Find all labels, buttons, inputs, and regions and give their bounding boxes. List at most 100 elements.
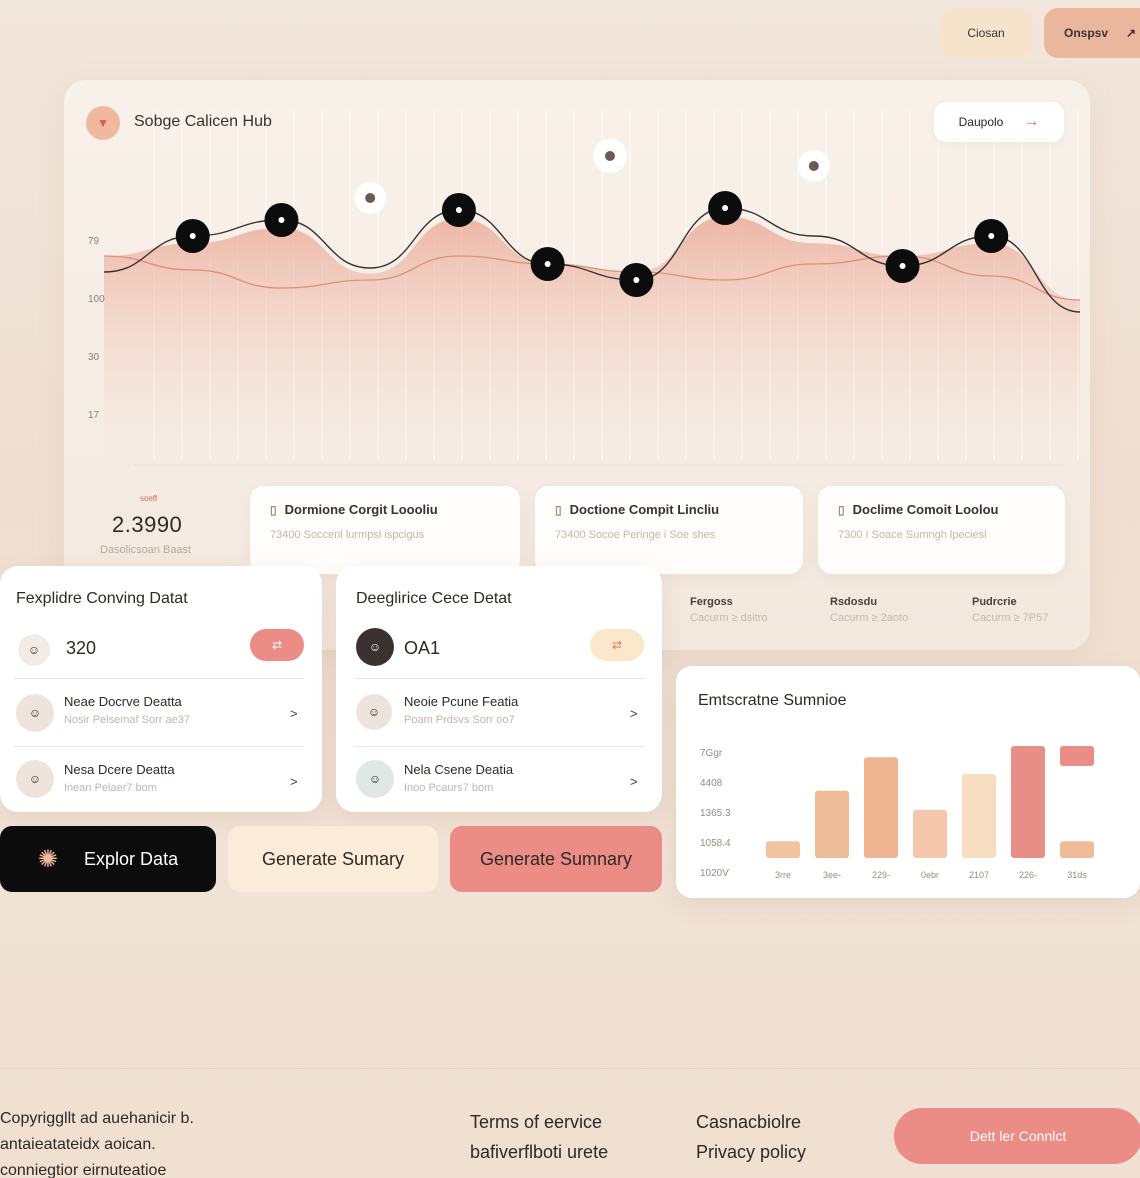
doc-card[interactable]: ▯ Doctione Compit Lincliu 73400 Socoe Per… bbox=[535, 486, 803, 574]
hub-line-chart bbox=[103, 110, 1081, 466]
avatar: ☺ bbox=[356, 760, 394, 798]
generate-summary-button[interactable]: Generate Sumary bbox=[228, 826, 438, 892]
stat-sub: Cacurm ≥ 2aoto bbox=[830, 612, 909, 624]
bar bbox=[1060, 841, 1094, 858]
avatar-dot bbox=[365, 193, 376, 203]
hub-export-label: Daupolo bbox=[958, 115, 1004, 129]
contact-cta-button[interactable]: Dett ler Connlct bbox=[894, 1108, 1140, 1164]
stat-sub: Cacurm ≥ 7P57 bbox=[972, 612, 1049, 624]
divider bbox=[354, 746, 644, 747]
avatar-dot bbox=[808, 161, 819, 171]
card-title: Fexplidre Conving Datat bbox=[16, 590, 188, 607]
stat-sub: Cacurm ≥ dsitro bbox=[690, 612, 768, 624]
bar bbox=[962, 774, 996, 858]
explore-data-button[interactable]: ✺ Explor Data bbox=[0, 826, 216, 892]
row-title[interactable]: Nela Csene Deatia bbox=[404, 762, 513, 777]
kpi-subtitle: Dasolicsoan Baast bbox=[100, 544, 192, 556]
marker-dot bbox=[455, 207, 462, 213]
bar bbox=[766, 841, 800, 858]
generate-summary-primary-label: Generate Sumnary bbox=[479, 848, 633, 869]
stat-item: Pudrcrie Cacurm ≥ 7P57 bbox=[972, 596, 1048, 624]
row-subtitle: Inean Pelaer7 bom bbox=[64, 782, 157, 794]
generate-summary-primary-button[interactable]: Generate Sumnary bbox=[450, 826, 662, 892]
terms-link[interactable]: Terms of eervice bbox=[470, 1112, 602, 1133]
y-label: 17 bbox=[88, 410, 100, 421]
doc-card-subtitle: 73400 Socoe Peringe i Soe shes bbox=[555, 529, 716, 541]
marker-dot bbox=[189, 233, 196, 239]
doc-card-title: Dormione Corgit Loooliu bbox=[284, 502, 438, 517]
peak-avatar-dot bbox=[605, 151, 615, 161]
row-title[interactable]: Nesa Dcere Deatta bbox=[64, 762, 175, 777]
divider bbox=[354, 678, 644, 679]
avatar: ☺ bbox=[356, 694, 392, 730]
chevron-right-icon[interactable]: > bbox=[630, 706, 638, 721]
copyright-line: conniegtior eirnuteatioe bbox=[0, 1162, 167, 1178]
chevron-right-icon[interactable]: > bbox=[290, 774, 298, 789]
swap-badge-button[interactable]: ⇄ bbox=[250, 629, 304, 661]
document-icon: ▯ bbox=[555, 502, 562, 517]
row-subtitle: Inoo Pcaurs7 bom bbox=[404, 782, 494, 794]
top-button-second-label: Onspsv bbox=[1064, 26, 1109, 40]
marker-dot bbox=[278, 217, 285, 223]
x-tick-label: 229- bbox=[872, 870, 890, 880]
row-title[interactable]: Neae Docrve Deatta bbox=[64, 694, 182, 709]
copyright-line: antaieatateidx aoican. bbox=[0, 1136, 156, 1153]
top-button-first[interactable]: Ciosan bbox=[940, 8, 1032, 58]
hub-export-button[interactable]: Daupolo → bbox=[934, 102, 1064, 142]
chevron-down-icon[interactable]: ▼ bbox=[86, 106, 120, 140]
sparkle-icon: ✺ bbox=[37, 845, 59, 873]
kpi-value: 2.3990 bbox=[112, 512, 183, 537]
marker-dot bbox=[988, 233, 995, 239]
stat-label: Rsdosdu bbox=[830, 596, 878, 608]
top-button-second[interactable]: Onspsv ↗ bbox=[1044, 8, 1140, 58]
stat-item: Rsdosdu Cacurm ≥ 2aoto bbox=[830, 596, 908, 624]
avatar: ☺ bbox=[356, 628, 394, 666]
explore-data-card: Fexplidre Conving Datat ☺ 320 ⇄ ☺ Neae D… bbox=[0, 566, 322, 812]
top-button-first-label: Ciosan bbox=[967, 26, 1005, 40]
x-tick-label: 0ebr bbox=[921, 870, 939, 880]
avatar: ☺ bbox=[18, 634, 50, 666]
y-tick-label: 1365.3 bbox=[700, 808, 731, 819]
privacy-link[interactable]: Privacy policy bbox=[696, 1142, 806, 1163]
x-tick-label: 3rre bbox=[775, 870, 791, 880]
stat-label: Fergoss bbox=[690, 596, 733, 608]
x-tick-label: 2107 bbox=[969, 870, 989, 880]
y-tick-label: 7Ggr bbox=[700, 748, 723, 759]
arrow-right-icon: → bbox=[1023, 113, 1040, 130]
footer-divider bbox=[0, 1068, 1140, 1069]
y-label: 100 bbox=[88, 294, 105, 305]
generate-summary-label: Generate Sumary bbox=[261, 848, 405, 869]
x-tick-label: 3ee- bbox=[823, 870, 841, 880]
chevron-right-icon[interactable]: > bbox=[290, 706, 298, 721]
doc-card[interactable]: ▯ Dormione Corgit Loooliu 73400 Soccenl l… bbox=[250, 486, 520, 574]
document-icon: ▯ bbox=[838, 502, 845, 517]
swap-badge-button[interactable]: ⇄ bbox=[590, 629, 644, 661]
divider bbox=[14, 746, 304, 747]
stat-label: Pudrcrie bbox=[972, 596, 1017, 608]
row-subtitle: Poam Prdsvs Sorr oo7 bbox=[404, 714, 515, 726]
contact-link[interactable]: Casnacbiolre bbox=[696, 1112, 801, 1133]
card-title: Deeglirice Cece Detat bbox=[356, 590, 512, 607]
y-label: 30 bbox=[88, 352, 100, 363]
summary-bar-chart: 7Ggr 4408 1365.3 1058.4 1020V 3rre 3ee- 229- 0eb… bbox=[700, 746, 1094, 880]
divider bbox=[14, 678, 304, 679]
y-tick-label: 4408 bbox=[700, 778, 723, 789]
marker-dot bbox=[633, 277, 640, 283]
copyright-text: Copyriggllt ad auehanicir b. antaieatate… bbox=[0, 1106, 194, 1178]
marker-dot bbox=[544, 261, 551, 267]
row-subtitle: Nosir Pelsemaf Sorr ae37 bbox=[64, 714, 190, 726]
footer-link[interactable]: bafiverflboti urete bbox=[470, 1142, 608, 1163]
chevron-right-icon[interactable]: > bbox=[630, 774, 638, 789]
doc-card[interactable]: ▯ Doclime Comoit Loolou 7300 I Soace Sumn… bbox=[818, 486, 1065, 574]
card-count: OA1 bbox=[404, 638, 441, 658]
bar bbox=[1011, 746, 1045, 858]
x-tick-label: 31ds bbox=[1067, 870, 1087, 880]
row-title[interactable]: Neoie Pcune Featia bbox=[404, 694, 518, 709]
bar-secondary bbox=[1060, 746, 1094, 766]
bar bbox=[864, 757, 898, 858]
avatar: ☺ bbox=[16, 760, 54, 798]
copyright-line: Copyriggllt ad auehanicir b. bbox=[0, 1110, 194, 1127]
card-count: 320 bbox=[66, 638, 97, 658]
bar bbox=[913, 809, 947, 858]
explore-data-label: Explor Data bbox=[84, 848, 179, 869]
